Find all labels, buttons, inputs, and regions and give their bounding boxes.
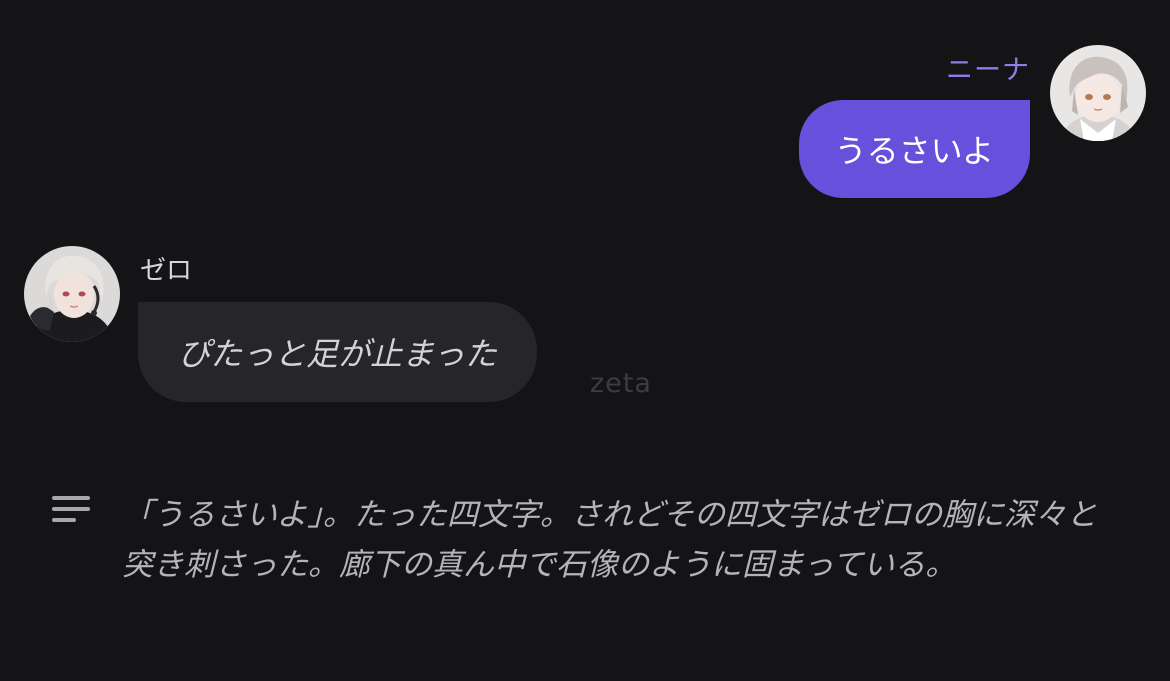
bot-avatar[interactable] [24,246,120,342]
bot-message-text: ぴたっと足が止まった [178,335,497,373]
bot-avatar-image [24,246,120,342]
bot-sender-name: ゼロ [140,256,193,286]
user-sender-name: ニーナ [946,55,1030,86]
bot-message-bubble[interactable]: ぴたっと足が止まった [138,302,537,402]
user-avatar-image [1050,45,1146,141]
watermark: zeta [590,368,652,399]
user-message-bubble[interactable]: うるさいよ [798,100,1030,198]
user-message-text: うるさいよ [834,132,994,170]
user-avatar[interactable] [1050,45,1146,141]
menu-lines-icon [52,496,90,526]
narration-text: 「うるさいよ」。たった四文字。されどその四文字はゼロの胸に深々と突き刺さった。廊… [122,497,1097,583]
